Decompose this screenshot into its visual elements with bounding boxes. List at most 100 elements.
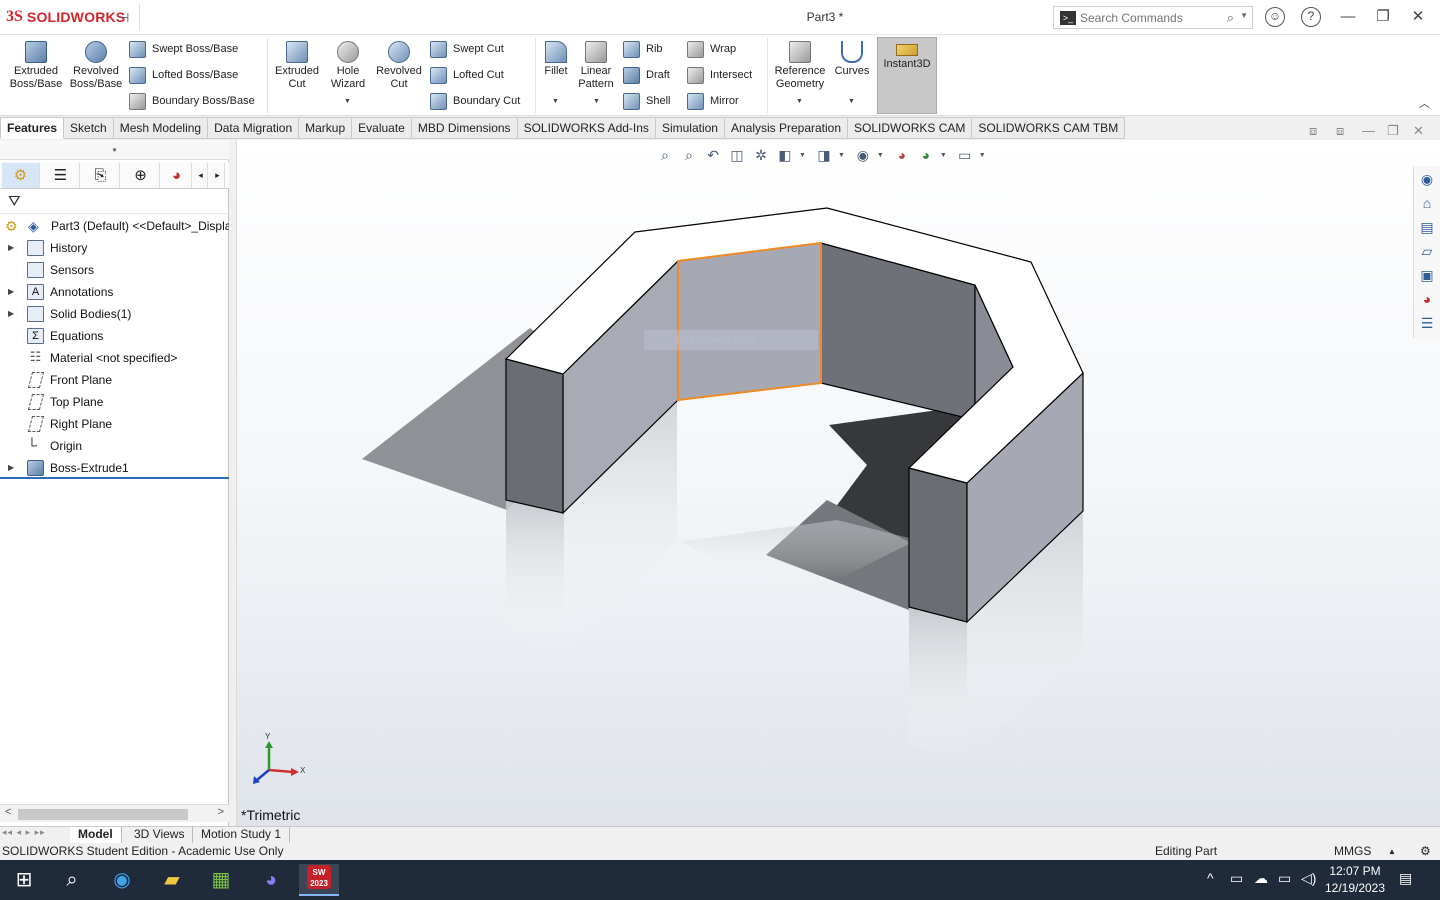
tab-3d-views[interactable]: 3D Views <box>126 827 194 844</box>
inner-face-selected[interactable] <box>677 242 822 401</box>
wrap-button[interactable]: Wrap <box>687 39 736 59</box>
tab-motion-study[interactable]: Motion Study 1 <box>193 827 291 844</box>
chevron-down-icon[interactable]: ▼ <box>848 98 855 105</box>
panel-splitter[interactable] <box>229 140 237 826</box>
help-icon[interactable]: ? <box>1301 7 1321 27</box>
feature-manager-tab[interactable]: ⚙ <box>2 163 40 188</box>
chevron-down-icon[interactable]: ▼ <box>796 98 803 105</box>
search-commands-box[interactable]: >_ ⌕ ▼ <box>1053 6 1253 29</box>
boundary-cut-button[interactable]: Boundary Cut <box>430 91 520 111</box>
expand-arrow-icon[interactable]: ▶ <box>8 303 14 325</box>
tab-mesh-modeling[interactable]: Mesh Modeling <box>113 117 209 139</box>
expand-arrow-icon[interactable]: ▶ <box>8 457 14 477</box>
scroll-left-arrow[interactable]: ◂ <box>194 163 208 188</box>
panel-grip[interactable]: ● <box>0 140 229 160</box>
tab-solidworks-add-ins[interactable]: SOLIDWORKS Add-Ins <box>517 117 656 139</box>
minecraft-icon[interactable]: ▦ <box>201 864 241 896</box>
tab-model[interactable]: Model <box>70 827 122 844</box>
chevron-down-icon[interactable]: ▼ <box>1240 11 1248 20</box>
start-icon[interactable]: ⊞ <box>4 864 44 896</box>
system-clock[interactable]: 12:07 PM 12/19/2023 <box>1322 863 1388 897</box>
tile-right-icon[interactable]: ⧈ <box>1336 123 1344 139</box>
search-input[interactable] <box>1080 10 1220 25</box>
fillet-button[interactable]: Fillet <box>540 37 572 78</box>
reference-geometry-button[interactable]: Reference Geometry <box>772 37 828 91</box>
tree-item-origin[interactable]: └ Origin <box>0 435 229 457</box>
tab-evaluate[interactable]: Evaluate <box>352 117 412 139</box>
revolved-boss-button[interactable]: Revolved Boss/Base <box>68 37 124 91</box>
restore-icon[interactable]: ❐ <box>1373 7 1393 27</box>
swept-boss-button[interactable]: Swept Boss/Base <box>129 39 238 59</box>
tree-item-history[interactable]: ▶ History <box>0 237 229 259</box>
appearances-icon[interactable]: ◕ <box>1417 289 1437 309</box>
custom-properties-icon[interactable]: ☰ <box>1417 313 1437 333</box>
draft-button[interactable]: Draft <box>623 65 670 85</box>
chevron-up-icon[interactable]: ▲ <box>1388 843 1396 860</box>
scrollbar-thumb[interactable] <box>18 809 188 820</box>
collapse-ribbon-icon[interactable]: ︿ <box>1419 95 1430 111</box>
horizontal-scrollbar[interactable]: < > <box>0 804 229 822</box>
lofted-boss-button[interactable]: Lofted Boss/Base <box>129 65 238 85</box>
scroll-right-icon[interactable]: > <box>218 806 224 818</box>
shell-button[interactable]: Shell <box>623 91 670 111</box>
curves-button[interactable]: Curves <box>832 37 872 78</box>
home-icon[interactable]: ⌂ <box>1417 193 1437 213</box>
tree-item-solid-bodies[interactable]: ▶ Solid Bodies(1) <box>0 303 229 325</box>
linear-pattern-button[interactable]: Linear Pattern <box>576 37 616 91</box>
design-library-icon[interactable]: ▤ <box>1417 217 1437 237</box>
tile-left-icon[interactable]: ⧈ <box>1309 123 1317 139</box>
tree-item-top-plane[interactable]: Top Plane <box>0 391 229 413</box>
tab-solidworks-cam-tbm[interactable]: SOLIDWORKS CAM TBM <box>972 117 1126 139</box>
hole-wizard-button[interactable]: Hole Wizard <box>325 37 371 91</box>
swept-cut-button[interactable]: Swept Cut <box>430 39 504 59</box>
extruded-cut-button[interactable]: Extruded Cut <box>272 37 322 91</box>
chevron-down-icon[interactable]: ▼ <box>552 98 559 105</box>
tab-data-migration[interactable]: Data Migration <box>208 117 300 139</box>
property-manager-tab[interactable]: ☰ <box>42 163 80 188</box>
network-icon[interactable]: ▭ <box>1278 870 1291 887</box>
volume-icon[interactable]: ◁) <box>1301 870 1316 887</box>
extruded-boss-button[interactable]: Extruded Boss/Base <box>6 37 66 91</box>
onedrive-icon[interactable]: ☁ <box>1254 870 1268 887</box>
minimize-icon[interactable]: — <box>1338 7 1358 27</box>
meet-now-icon[interactable]: ▭ <box>1230 870 1243 887</box>
customize-status-icon[interactable]: ⚙ <box>1420 843 1431 860</box>
file-explorer-icon[interactable]: ▱ <box>1417 241 1437 261</box>
scroll-right-arrow[interactable]: ▸ <box>211 163 225 188</box>
search-icon[interactable]: ⌕ <box>1227 10 1234 26</box>
graphics-area[interactable]: ⌕ ⌕ ↶ ◫ ✲ ◧ ▼ ◨ ▼ ◉ ▼ ◕ ◕ ▼ ▭ ▼ Full-scr… <box>237 140 1440 826</box>
expand-arrow-icon[interactable]: ▶ <box>8 237 14 259</box>
doc-close-icon[interactable]: ✕ <box>1413 123 1424 139</box>
filter-icon[interactable]: ⛛ <box>8 193 21 210</box>
intersect-button[interactable]: Intersect <box>687 65 752 85</box>
tree-filter[interactable]: ⛛ <box>0 190 229 214</box>
tab-solidworks-cam[interactable]: SOLIDWORKS CAM <box>848 117 973 139</box>
file-explorer-icon[interactable]: ▰ <box>152 864 192 896</box>
doc-restore-icon[interactable]: ❐ <box>1387 123 1399 139</box>
tree-item-front-plane[interactable]: Front Plane <box>0 369 229 391</box>
part-model-3d[interactable] <box>237 140 1440 826</box>
tree-item-equations[interactable]: Σ Equations <box>0 325 229 347</box>
discord-icon[interactable]: ◕ <box>251 864 291 896</box>
close-icon[interactable]: ✕ <box>1408 7 1428 27</box>
instant3d-button[interactable]: Instant3D <box>877 37 937 114</box>
dimxpert-manager-tab[interactable]: ⊕ <box>122 163 160 188</box>
solidworks-taskbar-icon[interactable]: SW 2023 <box>299 864 339 896</box>
tree-root-part[interactable]: ⚙ ◈ Part3 (Default) <<Default>_Displa <box>0 215 229 237</box>
tree-item-right-plane[interactable]: Right Plane <box>0 413 229 435</box>
view-palette-icon[interactable]: ▣ <box>1417 265 1437 285</box>
tab-sketch[interactable]: Sketch <box>64 117 114 139</box>
configuration-manager-tab[interactable]: ⎘ <box>82 163 120 188</box>
user-account-icon[interactable]: ☺ <box>1265 7 1285 27</box>
tab-simulation[interactable]: Simulation <box>655 117 725 139</box>
tree-item-sensors[interactable]: Sensors <box>0 259 229 281</box>
notifications-icon[interactable]: ▤ <box>1399 870 1412 887</box>
tree-item-boss-extrude[interactable]: ▶ Boss-Extrude1 <box>0 457 229 479</box>
chevron-down-icon[interactable]: ▼ <box>593 98 600 105</box>
search-icon[interactable]: ⌕ <box>52 864 92 896</box>
unit-system-selector[interactable]: MMGS <box>1334 843 1371 860</box>
rib-button[interactable]: Rib <box>623 39 663 59</box>
doc-minimize-icon[interactable]: — <box>1362 123 1375 138</box>
pin-icon[interactable]: ⊣ <box>118 10 129 26</box>
boundary-boss-button[interactable]: Boundary Boss/Base <box>129 91 255 111</box>
